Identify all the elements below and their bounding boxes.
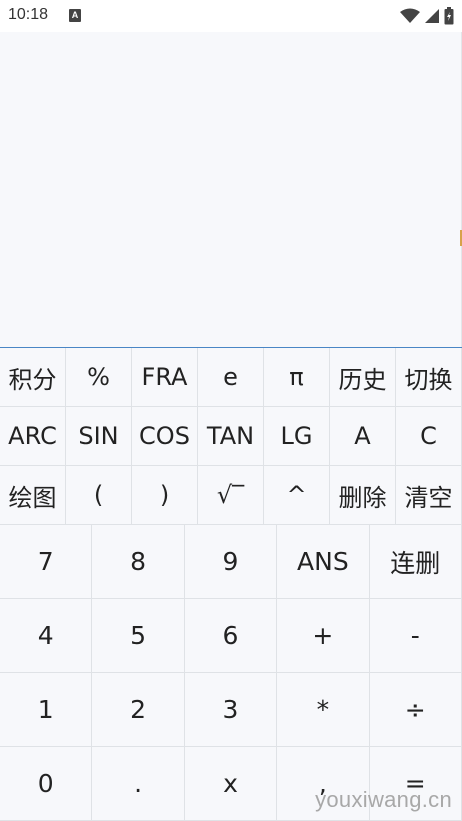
digit-1-key[interactable]: 1 [0, 673, 93, 747]
minus-key[interactable]: - [369, 599, 462, 673]
function-row: ARC SIN COS TAN LG A C [0, 407, 462, 466]
a-key[interactable]: A [330, 407, 396, 466]
lg-key[interactable]: LG [264, 407, 330, 466]
tan-key[interactable]: TAN [198, 407, 264, 466]
function-row: 绘图 ( ) √‾ ^ 删除 清空 [0, 466, 462, 525]
digit-7-key[interactable]: 7 [0, 525, 93, 599]
history-key[interactable]: 历史 [330, 348, 396, 407]
arc-key[interactable]: ARC [0, 407, 66, 466]
digit-6-key[interactable]: 6 [184, 599, 278, 673]
number-keypad: 7 8 9 ANS 连删 4 5 6 + - 1 2 3 * ÷ 0 . x ,… [0, 525, 462, 821]
delete-key[interactable]: 删除 [330, 466, 396, 525]
clear-key[interactable]: 清空 [396, 466, 462, 525]
digit-2-key[interactable]: 2 [92, 673, 185, 747]
open-paren-key[interactable]: ( [66, 466, 132, 525]
percent-key[interactable]: % [66, 348, 132, 407]
digit-4-key[interactable]: 4 [0, 599, 93, 673]
c-key[interactable]: C [396, 407, 462, 466]
fraction-key[interactable]: FRA [132, 348, 198, 407]
ans-key[interactable]: ANS [277, 525, 370, 599]
close-paren-key[interactable]: ) [132, 466, 198, 525]
e-key[interactable]: e [198, 348, 264, 407]
display-area [0, 32, 462, 347]
plot-key[interactable]: 绘图 [0, 466, 66, 525]
digit-8-key[interactable]: 8 [92, 525, 185, 599]
switch-key[interactable]: 切换 [396, 348, 462, 407]
divide-key[interactable]: ÷ [369, 673, 462, 747]
battery-icon [444, 7, 454, 25]
pi-key[interactable]: π [264, 348, 330, 407]
number-row: 7 8 9 ANS 连删 [0, 525, 462, 599]
wifi-icon [400, 8, 420, 23]
digit-0-key[interactable]: 0 [0, 747, 93, 821]
variable-x-key[interactable]: x [184, 747, 278, 821]
signal-icon [425, 9, 439, 23]
integral-key[interactable]: 积分 [0, 348, 66, 407]
function-row: 积分 % FRA e π 历史 切换 [0, 348, 462, 407]
plus-key[interactable]: + [277, 599, 370, 673]
number-row: 4 5 6 + - [0, 599, 462, 673]
function-keypad: 积分 % FRA e π 历史 切换 ARC SIN COS TAN LG A … [0, 347, 462, 525]
sqrt-key[interactable]: √‾ [198, 466, 264, 525]
power-key[interactable]: ^ [264, 466, 330, 525]
status-icons [400, 6, 454, 26]
digit-9-key[interactable]: 9 [184, 525, 278, 599]
status-bar: 10:18 A [0, 0, 462, 32]
continuous-delete-key[interactable]: 连删 [369, 525, 462, 599]
a-icon: A [69, 9, 81, 22]
cos-key[interactable]: COS [132, 407, 198, 466]
digit-5-key[interactable]: 5 [92, 599, 185, 673]
digit-3-key[interactable]: 3 [184, 673, 278, 747]
number-row: 1 2 3 * ÷ [0, 673, 462, 747]
watermark: youxiwang.cn [315, 787, 452, 812]
decimal-point-key[interactable]: . [92, 747, 185, 821]
sin-key[interactable]: SIN [66, 407, 132, 466]
status-time: 10:18 [8, 6, 49, 23]
multiply-key[interactable]: * [277, 673, 370, 747]
